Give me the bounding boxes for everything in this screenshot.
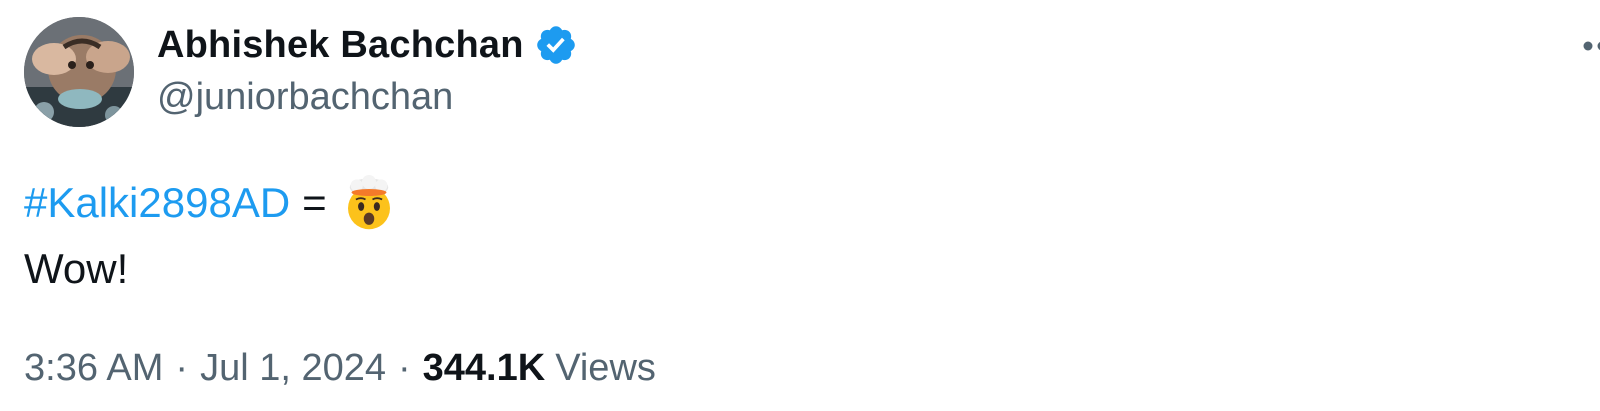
tweet-meta: 3:36 AM · Jul 1, 2024 · 344.1K Views [24,343,656,393]
tweet-text-line-1: #Kalki2898AD = [24,170,397,236]
tweet-text: #Kalki2898AD = Wow! [24,170,397,302]
meta-separator: · [398,346,411,389]
tweet-card: Abhishek Bachchan @juniorbachchan #Kalki… [0,0,1600,411]
exploding-head-emoji-icon [341,175,397,231]
author-handle[interactable]: @juniorbachchan [157,76,453,119]
equals-sign: = [302,179,327,226]
views-label: Views [555,346,656,389]
more-horizontal-icon[interactable] [1536,26,1600,66]
tweet-date[interactable]: Jul 1, 2024 [200,347,386,390]
avatar[interactable] [24,17,134,127]
profile-photo-icon [24,17,134,127]
meta-separator: · [175,346,189,389]
tweet-time[interactable]: 3:36 AM [24,347,163,390]
views-count[interactable]: 344.1K [423,347,546,390]
author-name-row[interactable]: Abhishek Bachchan [157,22,578,68]
hashtag-link[interactable]: #Kalki2898AD [24,170,290,236]
verified-badge-icon [534,23,578,67]
tweet-text-line-2: Wow! [24,245,129,292]
author-display-name[interactable]: Abhishek Bachchan [157,24,524,67]
